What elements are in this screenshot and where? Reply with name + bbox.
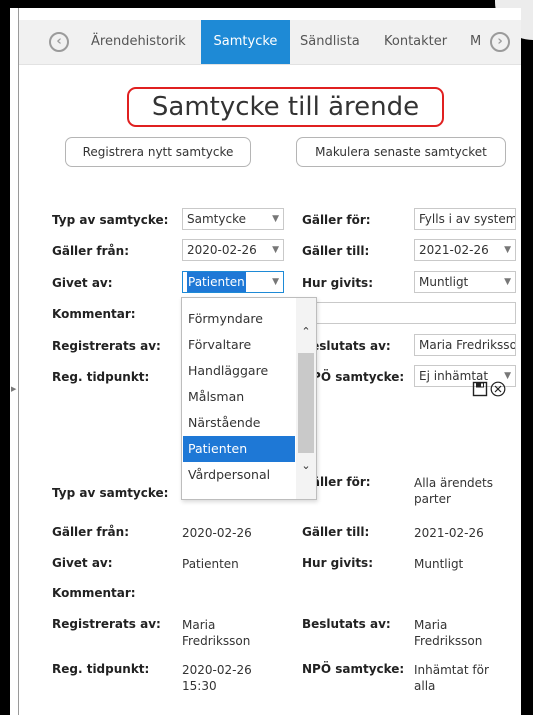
record-valid-to-label: Gäller till:: [302, 525, 370, 539]
applies-to-label: Gäller för:: [302, 213, 371, 227]
applies-to-value: Fylls i av systemet: [419, 212, 516, 226]
expand-arrow-icon[interactable]: ▶: [11, 385, 16, 393]
record-how-given-value: Muntligt: [414, 557, 464, 571]
decided-by-field[interactable]: Maria Fredriksson: [414, 334, 516, 356]
consent-type-value: Samtycke: [187, 212, 246, 226]
tab-kontakter[interactable]: Kontakter: [384, 20, 454, 64]
record-valid-from-label: Gäller från:: [52, 525, 129, 539]
record-valid-to-value: 2021-02-26: [414, 526, 484, 540]
dropdown-option[interactable]: Handläggare: [183, 358, 295, 384]
valid-to-label: Gäller till:: [302, 244, 370, 258]
scroll-down-icon[interactable]: ⌄: [296, 458, 316, 474]
valid-from-date[interactable]: 2020-02-26 ▼: [182, 239, 284, 261]
valid-from-value: 2020-02-26: [187, 243, 257, 257]
tab-samtycke[interactable]: Samtycke: [201, 20, 290, 64]
chevron-down-icon: ▼: [502, 272, 511, 292]
void-consent-button[interactable]: Makulera senaste samtycket: [296, 137, 506, 167]
tab-sandlista[interactable]: Sändlista: [300, 20, 372, 64]
dropdown-option[interactable]: Förvaltare: [183, 332, 295, 358]
tab-more[interactable]: M: [470, 20, 484, 64]
window-frame-top: [0, 0, 533, 8]
registered-by-label: Registrerats av:: [52, 339, 161, 353]
next-tab-icon[interactable]: ›: [490, 32, 510, 52]
prev-tab-icon[interactable]: ‹: [49, 32, 69, 52]
record-applies-to-value: Alla ärendets parter: [414, 476, 494, 506]
how-given-value: Muntligt: [419, 275, 469, 289]
dropdown-option[interactable]: Förmyndare: [183, 306, 295, 332]
chevron-down-icon: ▼: [270, 209, 279, 229]
comment-label: Kommentar:: [52, 307, 136, 321]
record-reg-time-label: Reg. tidpunkt:: [52, 662, 150, 676]
record-reg-time-value: 2020-02-26 15:30: [182, 663, 252, 693]
record-npo-value: Inhämtat för alla: [414, 663, 489, 693]
consent-type-label: Typ av samtycke:: [52, 213, 169, 227]
dropdown-scrollbar[interactable]: ⌃ ⌄: [296, 298, 316, 499]
cancel-icon[interactable]: [490, 381, 506, 397]
dropdown-option[interactable]: Vårdpersonal: [183, 462, 295, 488]
chevron-down-icon: ▼: [270, 272, 279, 292]
applies-to-field: Fylls i av systemet: [414, 208, 516, 230]
how-given-label: Hur givits:: [302, 276, 373, 290]
record-type-label: Typ av samtycke:: [52, 486, 169, 500]
chevron-down-icon: ▼: [502, 240, 511, 260]
reg-time-label: Reg. tidpunkt:: [52, 370, 150, 384]
page-title: Samtycke till ärende: [127, 87, 444, 127]
given-by-value: Patienten: [187, 272, 246, 292]
window-frame-right: [520, 0, 533, 715]
decided-by-value: Maria Fredriksson: [419, 338, 516, 352]
window-frame-left: [0, 0, 10, 715]
record-valid-from-value: 2020-02-26: [182, 526, 252, 540]
save-icon[interactable]: [472, 381, 488, 397]
record-given-by-label: Givet av:: [52, 556, 113, 570]
record-registered-by-label: Registrerats av:: [52, 617, 161, 631]
consent-type-select[interactable]: Samtycke ▼: [182, 208, 284, 230]
scroll-up-icon[interactable]: ⌃: [296, 324, 316, 340]
record-how-given-label: Hur givits:: [302, 556, 373, 570]
dropdown-option[interactable]: Målsman: [183, 384, 295, 410]
dropdown-option-selected[interactable]: Patienten: [183, 436, 295, 462]
record-decided-by-value: Maria Fredriksson: [414, 618, 483, 648]
given-by-dropdown-list: Förmyndare Förvaltare Handläggare Målsma…: [181, 297, 317, 500]
record-comment-label: Kommentar:: [52, 586, 136, 600]
scrollbar-thumb[interactable]: [298, 353, 314, 453]
record-given-by-value: Patienten: [182, 557, 239, 571]
given-by-select[interactable]: Patienten ▼: [182, 271, 284, 293]
tab-arendehistorik[interactable]: Ärendehistorik: [88, 20, 196, 64]
register-consent-button[interactable]: Registrera nytt samtycke: [65, 137, 251, 167]
valid-to-value: 2021-02-26: [419, 243, 489, 257]
record-npo-label: NPÖ samtycke:: [302, 662, 405, 676]
valid-to-date[interactable]: 2021-02-26 ▼: [414, 239, 516, 261]
how-given-select[interactable]: Muntligt ▼: [414, 271, 516, 293]
consent-panel: ‹ Ärendehistorik Samtycke Sändlista Kont…: [18, 8, 521, 715]
record-registered-by-value: Maria Fredriksson: [182, 618, 251, 648]
tab-bar: ‹ Ärendehistorik Samtycke Sändlista Kont…: [19, 20, 521, 65]
chevron-down-icon: ▼: [270, 240, 279, 260]
valid-from-label: Gäller från:: [52, 244, 129, 258]
dropdown-option[interactable]: Närstående: [183, 410, 295, 436]
given-by-label: Givet av:: [52, 276, 113, 290]
npo-consent-label: NPÖ samtycke:: [302, 370, 405, 384]
record-decided-by-label: Beslutats av:: [302, 617, 391, 631]
